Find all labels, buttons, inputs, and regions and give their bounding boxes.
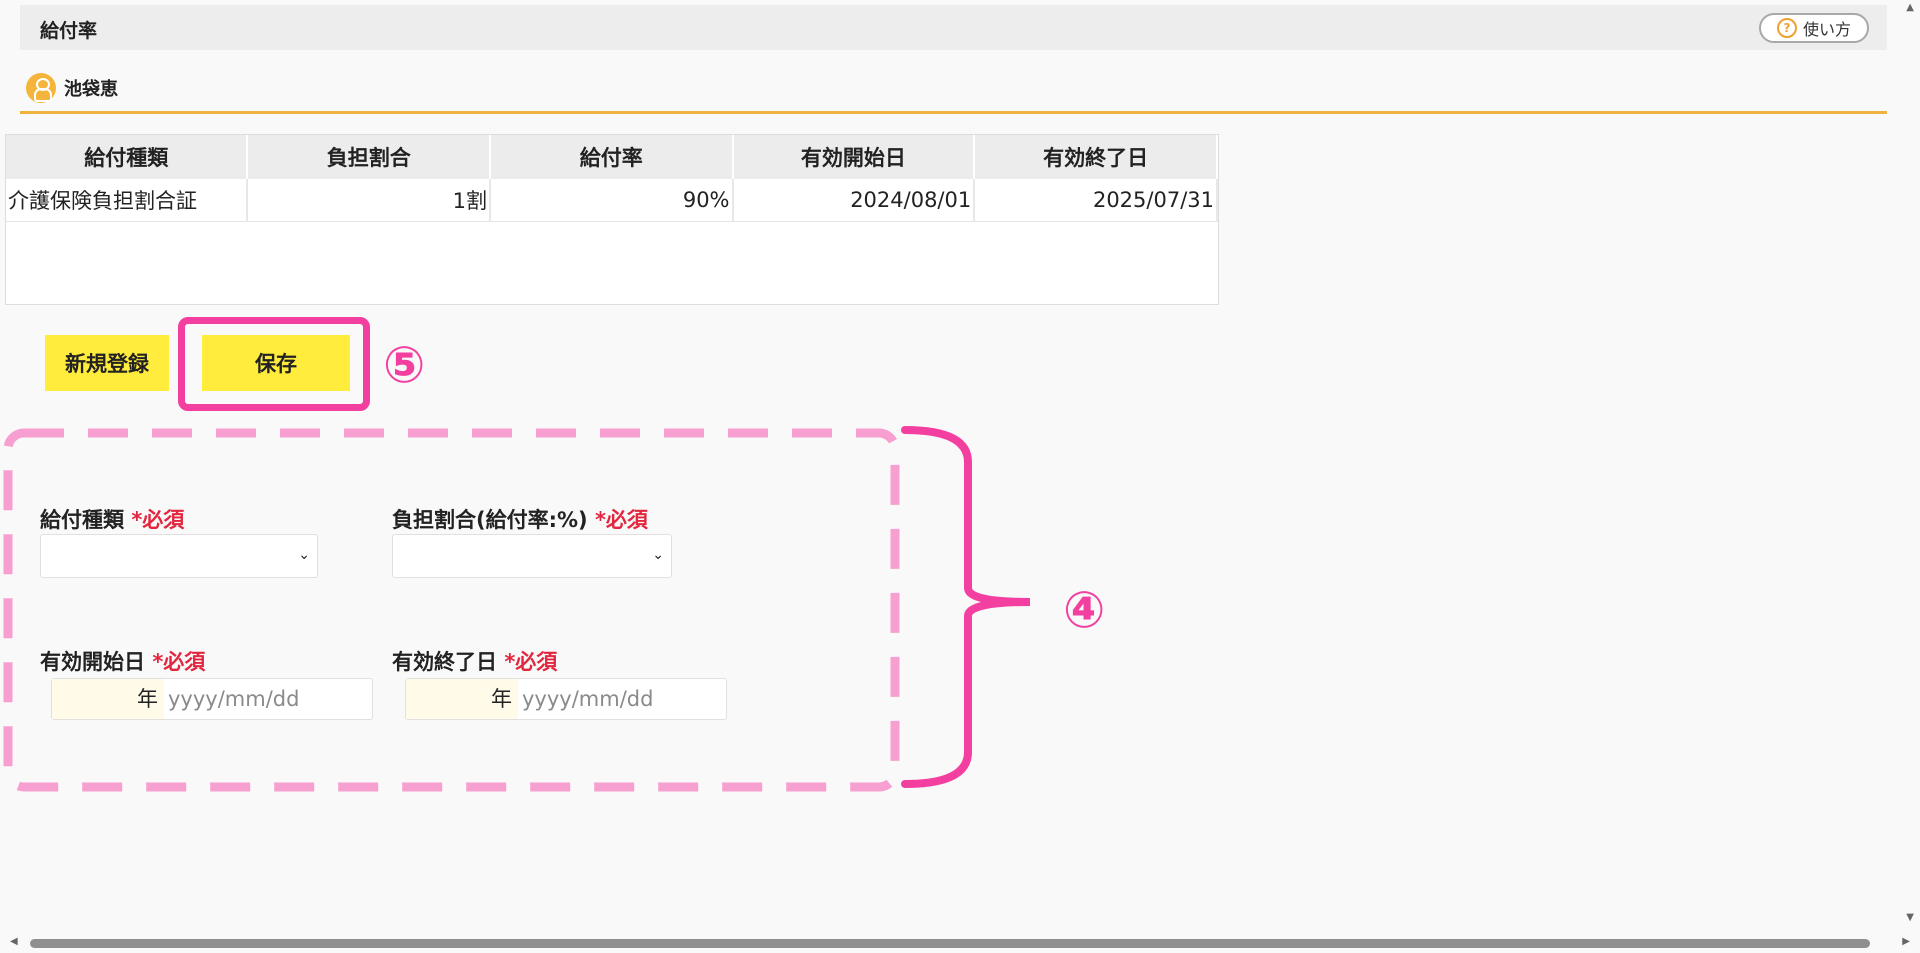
benefit-type-label-text: 給付種類: [40, 508, 124, 532]
required-mark: *必須: [152, 650, 206, 674]
end-date-field[interactable]: 年 yyyy/mm/dd: [405, 678, 727, 720]
burden-ratio-select[interactable]: ⌄: [392, 534, 672, 578]
start-date-label: 有効開始日 *必須: [40, 646, 205, 676]
end-date-label-text: 有効終了日: [392, 650, 497, 674]
chevron-down-icon: ⌄: [652, 547, 664, 563]
required-mark: *必須: [504, 650, 558, 674]
benefit-type-select[interactable]: ⌄: [40, 534, 318, 578]
end-date-year-label: 年: [406, 679, 518, 719]
page: 給付率 ? 使い方 池袋恵 給付種類 負担割合 給付率 有効開始日 有効終了日: [0, 0, 1920, 953]
burden-ratio-label: 負担割合(給付率:%) *必須: [392, 504, 648, 534]
scroll-down-arrow-icon[interactable]: ▼: [1906, 912, 1914, 923]
start-date-field[interactable]: 年 yyyy/mm/dd: [51, 678, 373, 720]
start-date-year-label: 年: [52, 679, 164, 719]
form-bracket: [901, 426, 1031, 788]
start-date-label-text: 有効開始日: [40, 650, 145, 674]
scroll-up-arrow-icon[interactable]: ▲: [1906, 2, 1914, 13]
start-date-input[interactable]: yyyy/mm/dd: [164, 687, 299, 711]
scroll-right-arrow-icon[interactable]: ▶: [1902, 936, 1910, 947]
required-mark: *必須: [131, 508, 185, 532]
chevron-down-icon: ⌄: [298, 547, 310, 563]
end-date-label: 有効終了日 *必須: [392, 646, 557, 676]
required-mark: *必須: [594, 508, 648, 532]
horizontal-scroll-thumb[interactable]: [30, 939, 1870, 948]
end-date-input[interactable]: yyyy/mm/dd: [518, 687, 653, 711]
annotation-marker-4: ④: [1063, 581, 1106, 639]
form-dashed-outline: [3, 428, 900, 792]
scroll-left-arrow-icon[interactable]: ◀: [10, 936, 18, 947]
form-annotation-overlay: [3, 426, 1031, 792]
burden-ratio-label-text: 負担割合(給付率:%): [392, 508, 588, 532]
benefit-type-label: 給付種類 *必須: [40, 504, 184, 534]
